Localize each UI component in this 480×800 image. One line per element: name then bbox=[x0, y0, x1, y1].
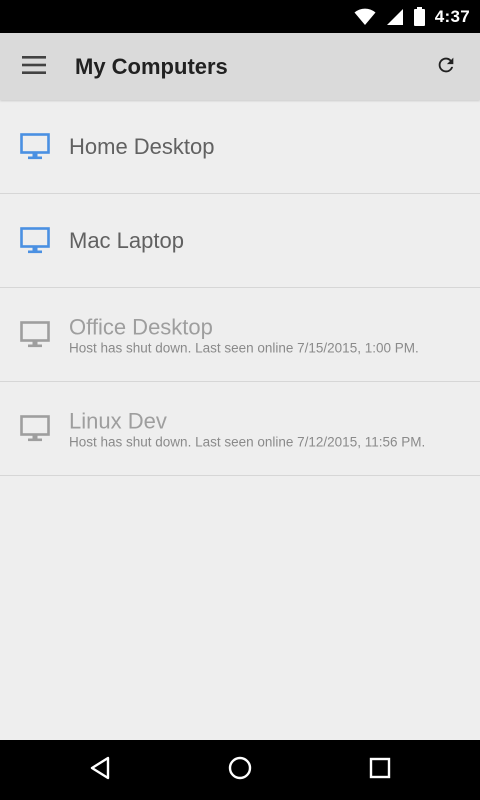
host-status: Host has shut down. Last seen online 7/1… bbox=[69, 340, 419, 355]
menu-button[interactable] bbox=[14, 47, 54, 87]
app-bar: My Computers bbox=[0, 33, 480, 100]
battery-icon bbox=[413, 7, 425, 26]
host-text: Home Desktop bbox=[69, 134, 470, 160]
host-text: Mac Laptop bbox=[69, 228, 470, 254]
refresh-icon bbox=[435, 54, 457, 81]
refresh-button[interactable] bbox=[426, 47, 466, 87]
cellular-signal-icon bbox=[386, 8, 404, 26]
list-item-linux-dev[interactable]: Linux Dev Host has shut down. Last seen … bbox=[0, 382, 480, 476]
page-title: My Computers bbox=[75, 54, 228, 79]
list-item-home-desktop[interactable]: Home Desktop bbox=[0, 100, 480, 194]
recents-icon bbox=[369, 757, 391, 784]
host-name: Office Desktop bbox=[69, 314, 213, 339]
back-button[interactable] bbox=[80, 750, 120, 790]
list-item-office-desktop[interactable]: Office Desktop Host has shut down. Last … bbox=[0, 288, 480, 382]
monitor-icon bbox=[20, 132, 50, 161]
host-text: Linux Dev Host has shut down. Last seen … bbox=[69, 408, 470, 449]
wifi-icon bbox=[354, 8, 376, 26]
status-bar: 4:37 bbox=[0, 0, 480, 33]
list-item-mac-laptop[interactable]: Mac Laptop bbox=[0, 194, 480, 288]
back-icon bbox=[89, 756, 111, 785]
monitor-icon bbox=[20, 320, 50, 349]
monitor-icon bbox=[20, 226, 50, 255]
host-status: Host has shut down. Last seen online 7/1… bbox=[69, 434, 426, 449]
screen: 4:37 My Computers Home Desktop Mac Lapto… bbox=[0, 0, 480, 800]
host-name: Mac Laptop bbox=[69, 227, 184, 253]
home-icon bbox=[228, 756, 252, 785]
nav-bar bbox=[0, 740, 480, 800]
host-list: Home Desktop Mac Laptop Office Desktop H… bbox=[0, 100, 480, 476]
status-icons: 4:37 bbox=[354, 0, 470, 33]
host-name: Linux Dev bbox=[69, 408, 167, 433]
status-time: 4:37 bbox=[434, 6, 470, 26]
host-name: Home Desktop bbox=[69, 133, 215, 159]
home-button[interactable] bbox=[220, 750, 260, 790]
recents-button[interactable] bbox=[360, 750, 400, 790]
hamburger-menu-icon bbox=[22, 55, 46, 79]
monitor-icon bbox=[20, 414, 50, 443]
host-text: Office Desktop Host has shut down. Last … bbox=[69, 314, 470, 355]
